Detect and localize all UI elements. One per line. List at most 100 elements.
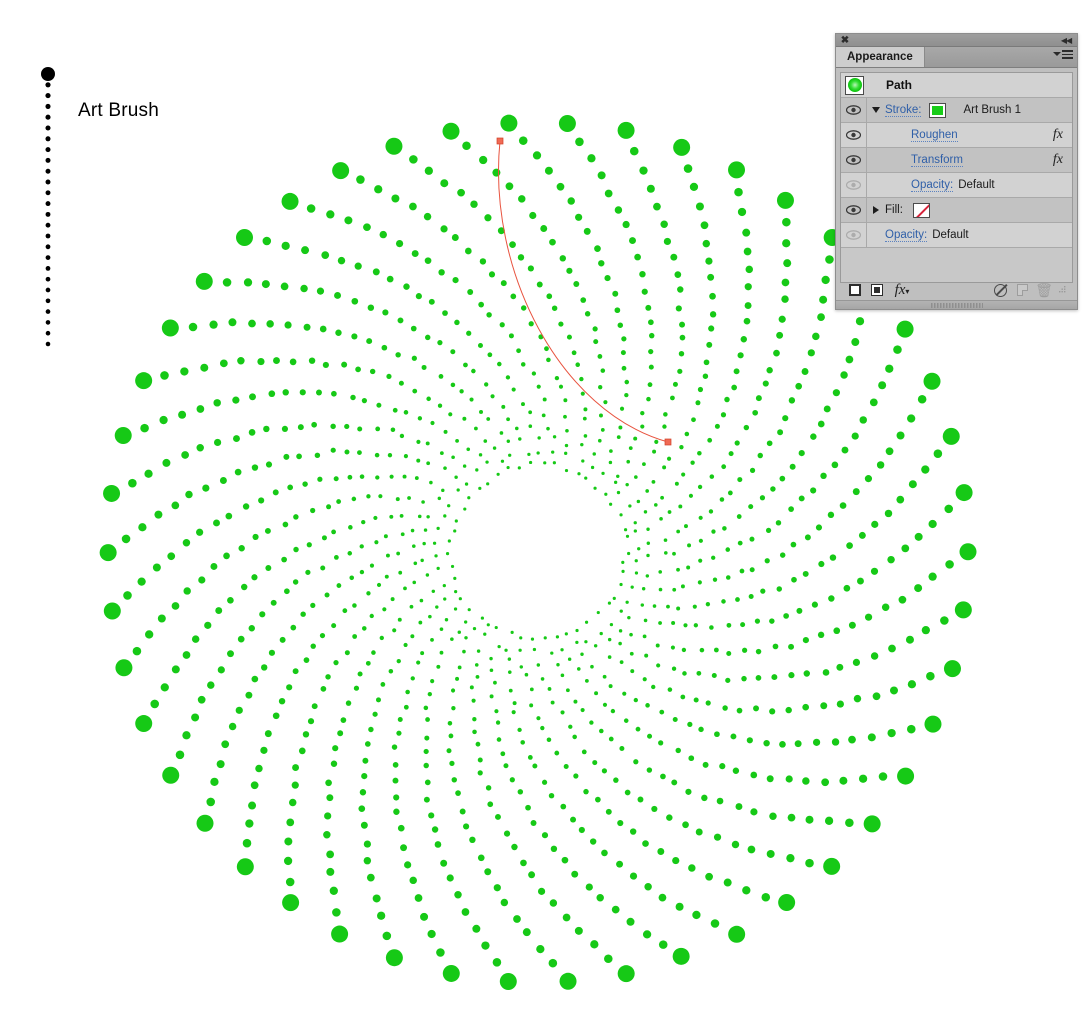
appearance-row-fill-opacity[interactable]: Opacity: Default bbox=[841, 223, 1072, 248]
artwork-dot bbox=[812, 332, 820, 341]
appearance-row-fill[interactable]: Fill: bbox=[841, 198, 1072, 223]
artwork-dot bbox=[590, 940, 599, 949]
artwork-dot bbox=[326, 867, 335, 876]
artwork-dot bbox=[425, 717, 430, 722]
artwork-dot bbox=[363, 223, 371, 232]
appearance-row-transform[interactable]: Transform fx bbox=[841, 148, 1072, 173]
appearance-row-transform-label[interactable]: Transform bbox=[911, 154, 963, 167]
artwork-dot bbox=[742, 886, 751, 895]
artwork-dot bbox=[823, 405, 831, 413]
artwork-dot bbox=[655, 643, 660, 648]
artwork-dot bbox=[196, 814, 214, 832]
artwork-dot bbox=[440, 179, 449, 188]
artwork-dot bbox=[584, 620, 589, 624]
artwork-dot bbox=[248, 429, 256, 436]
artwork-dot bbox=[592, 452, 596, 456]
visibility-eye-icon-roughen[interactable] bbox=[841, 123, 867, 147]
artwork-dot bbox=[470, 200, 478, 208]
visibility-eye-icon-fill-opacity[interactable] bbox=[841, 223, 867, 247]
appearance-row-roughen-label[interactable]: Roughen bbox=[911, 129, 958, 142]
artwork-dot bbox=[426, 461, 431, 466]
fx-icon-roughen[interactable]: fx bbox=[1053, 127, 1063, 143]
artwork-dot bbox=[454, 891, 462, 899]
artwork-dot bbox=[322, 361, 329, 369]
artwork-dot bbox=[478, 486, 482, 490]
delete-item-button[interactable]: 🗑 bbox=[1033, 281, 1055, 299]
artwork-dot bbox=[450, 382, 456, 388]
artwork-dot bbox=[766, 440, 773, 447]
clear-appearance-button[interactable] bbox=[989, 281, 1011, 299]
artwork-dot bbox=[640, 603, 645, 607]
artwork-dot bbox=[613, 777, 619, 783]
collapse-panel-icon[interactable]: ◀◀ bbox=[1058, 34, 1074, 47]
artwork-dot bbox=[443, 514, 447, 518]
duplicate-item-button[interactable] bbox=[1011, 281, 1033, 299]
artwork-dot bbox=[746, 737, 753, 744]
artwork-dot bbox=[479, 155, 488, 165]
artwork-dot bbox=[428, 614, 432, 619]
artwork-dot bbox=[788, 397, 796, 404]
visibility-eye-icon-stroke[interactable] bbox=[841, 98, 867, 122]
artwork-dot bbox=[366, 873, 375, 882]
artwork-dot bbox=[677, 286, 684, 293]
artwork-dot bbox=[345, 700, 352, 706]
appearance-row-fill-label: Fill: bbox=[885, 204, 903, 216]
fill-color-swatch-none[interactable] bbox=[912, 202, 930, 218]
artwork-dot bbox=[781, 278, 790, 287]
artwork-dot bbox=[681, 472, 686, 477]
artwork-dot bbox=[776, 331, 784, 339]
panel-titlebar[interactable]: ✖ ◀◀ bbox=[836, 34, 1077, 47]
artwork-dot bbox=[196, 528, 204, 536]
add-new-effect-button[interactable]: fx▾ bbox=[888, 281, 916, 299]
appearance-row-fill-opacity-label[interactable]: Opacity: bbox=[885, 229, 928, 242]
add-new-stroke-button[interactable] bbox=[844, 281, 866, 299]
artwork-dot bbox=[467, 496, 471, 500]
artwork-dot bbox=[355, 366, 361, 373]
visibility-eye-icon-transform[interactable] bbox=[841, 148, 867, 172]
artwork-dot bbox=[817, 420, 825, 428]
appearance-row-path[interactable]: Path bbox=[841, 73, 1072, 98]
artwork-dot bbox=[628, 504, 632, 508]
appearance-row-stroke-label[interactable]: Stroke: bbox=[885, 104, 922, 117]
visibility-eye-icon-fill[interactable] bbox=[841, 198, 867, 222]
artwork-dot bbox=[700, 221, 709, 230]
artwork-dot bbox=[575, 137, 584, 147]
appearance-row-stroke-opacity-label[interactable]: Opacity: bbox=[911, 179, 954, 192]
path-anchor-end[interactable] bbox=[664, 438, 672, 446]
brush-sample-dot bbox=[41, 67, 55, 81]
artwork-dot bbox=[755, 395, 762, 402]
artwork-dot bbox=[495, 720, 501, 725]
stroke-color-swatch[interactable] bbox=[929, 102, 947, 118]
artwork-dot bbox=[713, 833, 722, 841]
add-new-fill-button[interactable] bbox=[866, 281, 888, 299]
artwork-dot bbox=[290, 624, 297, 631]
artwork-dot bbox=[448, 412, 453, 417]
artwork-dot bbox=[709, 474, 715, 479]
appearance-row-stroke[interactable]: Stroke: Art Brush 1 bbox=[841, 98, 1072, 123]
artwork-dot bbox=[380, 682, 386, 687]
artwork-dot bbox=[483, 439, 488, 443]
path-anchor-start[interactable] bbox=[496, 137, 504, 145]
artwork-dot bbox=[634, 559, 638, 563]
artwork-dot bbox=[323, 831, 331, 839]
appearance-rows-list[interactable]: Path Stroke: Art Brush 1 Roughen fx Tran… bbox=[840, 72, 1073, 283]
artwork-dot bbox=[549, 899, 558, 907]
appearance-rows-empty-area[interactable] bbox=[841, 248, 1072, 282]
fx-icon-transform[interactable]: fx bbox=[1053, 152, 1063, 168]
panel-menu-icon[interactable] bbox=[1053, 50, 1073, 59]
artwork-dot bbox=[513, 915, 521, 923]
resize-grip[interactable] bbox=[1055, 281, 1069, 299]
artwork-dot bbox=[395, 497, 400, 502]
artwork-dot bbox=[375, 475, 380, 480]
tab-appearance[interactable]: Appearance bbox=[836, 47, 925, 67]
appearance-row-stroke-opacity[interactable]: Opacity: Default bbox=[841, 173, 1072, 198]
artwork-dot bbox=[614, 307, 621, 314]
appearance-row-roughen[interactable]: Roughen fx bbox=[841, 123, 1072, 148]
disclosure-triangle-fill[interactable] bbox=[867, 198, 885, 222]
appearance-panel[interactable]: ✖ ◀◀ Appearance Path Stroke: Art Brush 1… bbox=[835, 33, 1078, 310]
close-icon[interactable]: ✖ bbox=[839, 34, 851, 47]
visibility-eye-icon-stroke-opacity[interactable] bbox=[841, 173, 867, 197]
artwork-dot bbox=[779, 552, 786, 558]
disclosure-triangle-stroke[interactable] bbox=[867, 98, 885, 122]
panel-drag-grip[interactable] bbox=[930, 303, 983, 308]
